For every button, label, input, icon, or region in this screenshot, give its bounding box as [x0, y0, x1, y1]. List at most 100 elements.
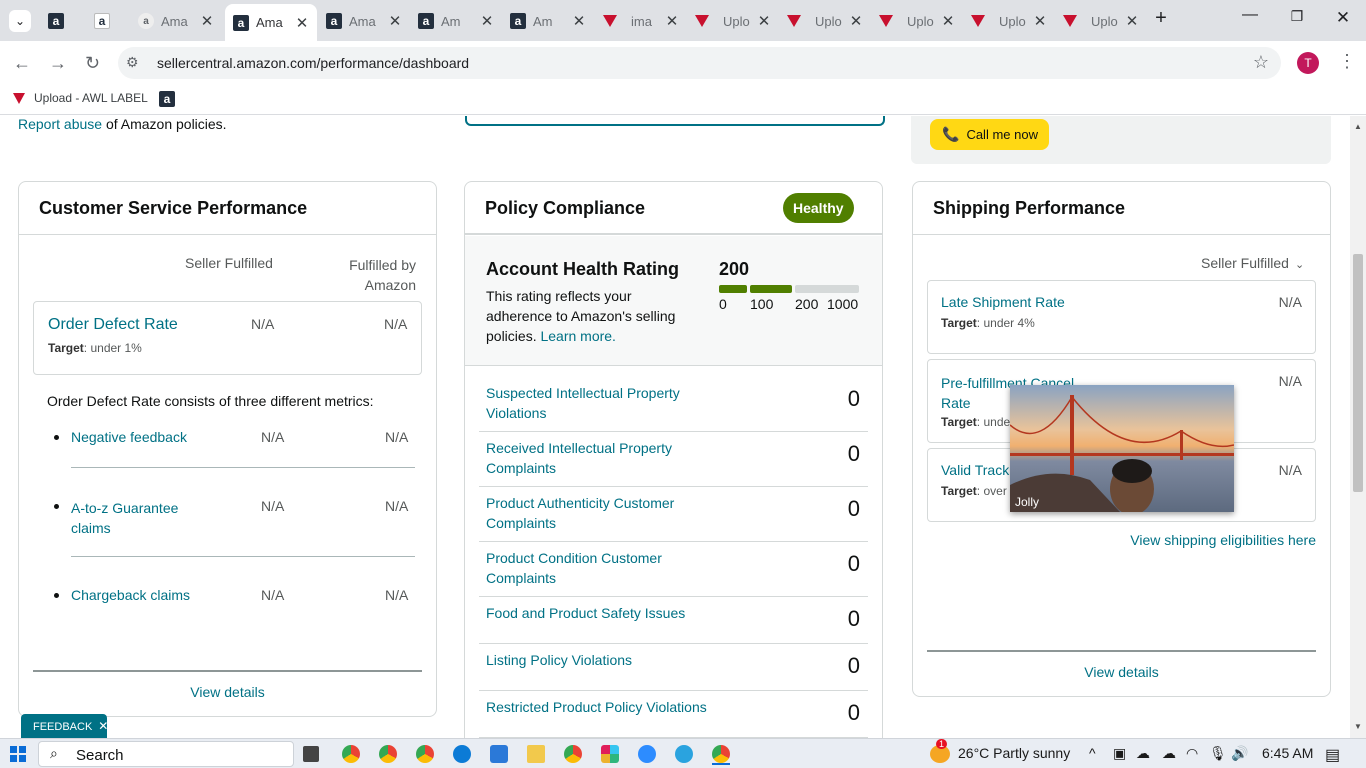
telegram-icon[interactable] — [675, 745, 693, 763]
call-me-now-button[interactable]: 📞 Call me now — [930, 119, 1049, 150]
browser-tab[interactable]: a Am ✕ — [410, 6, 502, 36]
browser-tab[interactable]: Uplo ✕ — [871, 6, 963, 36]
browser-menu-icon[interactable]: ⋮ — [1338, 51, 1356, 72]
close-tab-icon[interactable]: ✕ — [665, 12, 679, 30]
a-to-z-claims-link[interactable]: A-to-z Guarantee claims — [71, 498, 211, 538]
chevron-up-icon[interactable]: ^ — [1089, 745, 1096, 761]
policy-row[interactable]: Product Condition Customer Complaints 0 — [479, 542, 868, 597]
bookmark-star-icon[interactable]: ☆ — [1253, 52, 1269, 73]
valid-tracking-rate-link[interactable]: Valid Track — [941, 462, 1009, 478]
close-icon[interactable]: ✕ — [98, 719, 108, 733]
chrome-icon[interactable] — [379, 745, 397, 763]
tab-search-icon[interactable]: ⌄ — [9, 10, 31, 32]
shipping-view-details-link[interactable]: View details — [913, 664, 1330, 680]
clock-time[interactable]: 6:45 AM — [1262, 745, 1313, 761]
order-defect-rate-link[interactable]: Order Defect Rate — [48, 316, 178, 334]
awl-label-icon — [603, 15, 617, 27]
edge-icon[interactable] — [453, 745, 471, 763]
notifications-icon[interactable]: ▤ — [1325, 745, 1340, 765]
close-tab-icon[interactable]: ✕ — [572, 12, 586, 30]
chrome-icon[interactable] — [342, 745, 360, 763]
reload-icon[interactable]: ↻ — [85, 53, 100, 74]
late-shipment-target: Target: under 4% — [941, 316, 1035, 330]
close-tab-icon[interactable]: ✕ — [200, 12, 214, 30]
customer-service-card: Customer Service Performance Seller Fulf… — [18, 181, 437, 717]
taskbar-search-box[interactable]: ⌕ Search — [38, 741, 294, 767]
forward-icon[interactable]: → — [49, 53, 67, 74]
microphone-icon[interactable]: 🎙 — [1209, 745, 1227, 762]
onedrive-icon[interactable]: ☁ — [1136, 745, 1150, 762]
wifi-icon[interactable]: ◠ — [1186, 745, 1198, 762]
browser-tab-active[interactable]: a Ama ✕ — [225, 4, 317, 41]
browser-tab[interactable]: Uplo ✕ — [963, 6, 1055, 36]
participant-name: Jolly — [1015, 495, 1040, 509]
close-tab-icon[interactable]: ✕ — [849, 12, 863, 30]
video-call-overlay[interactable]: Jolly — [1010, 385, 1234, 512]
weather-badge: 1 — [936, 739, 948, 749]
chargeback-claims-link[interactable]: Chargeback claims — [71, 587, 190, 603]
amazon-smile-icon: a — [94, 13, 110, 29]
scroll-up-icon[interactable]: ▲ — [1354, 122, 1362, 131]
close-window-icon[interactable]: ✕ — [1333, 8, 1353, 28]
close-tab-icon[interactable]: ✕ — [1033, 12, 1047, 30]
close-tab-icon[interactable]: ✕ — [480, 12, 494, 30]
odr-fba-value: N/A — [384, 316, 408, 332]
awl-label-icon — [695, 15, 709, 27]
learn-more-link[interactable]: Learn more. — [540, 328, 615, 344]
close-tab-icon[interactable]: ✕ — [941, 12, 955, 30]
site-info-icon[interactable]: ⚙ — [126, 54, 139, 71]
cs-view-details-link[interactable]: View details — [19, 684, 436, 700]
zoom-icon[interactable] — [638, 745, 656, 763]
policy-row[interactable]: Received Intellectual Property Complaint… — [479, 432, 868, 487]
policy-row[interactable]: Suspected Intellectual Property Violatio… — [479, 377, 868, 432]
onedrive-icon[interactable]: ☁ — [1162, 745, 1176, 762]
minimize-icon[interactable]: — — [1240, 6, 1260, 24]
restore-icon[interactable]: ❐ — [1287, 8, 1307, 25]
windows-start-icon[interactable] — [10, 746, 26, 762]
file-explorer-icon[interactable] — [527, 745, 545, 763]
browser-tab[interactable]: Uplo ✕ — [687, 6, 779, 36]
scroll-down-icon[interactable]: ▼ — [1354, 722, 1362, 731]
policy-row[interactable]: Food and Product Safety Issues 0 — [479, 597, 868, 644]
browser-tab[interactable]: a Am ✕ — [502, 6, 594, 36]
bullet — [54, 593, 59, 598]
browser-tab[interactable]: a Ama ✕ — [318, 6, 410, 36]
back-icon[interactable]: ← — [13, 53, 31, 74]
feedback-tab[interactable]: FEEDBACK ✕ — [21, 714, 108, 738]
chargeback-seller: N/A — [261, 587, 285, 603]
policy-row[interactable]: Restricted Product Policy Violations 0 — [479, 691, 868, 738]
meet-now-icon[interactable]: ▣ — [1113, 745, 1126, 762]
close-tab-icon[interactable]: ✕ — [295, 14, 309, 32]
report-abuse-link[interactable]: Report abuse — [18, 116, 102, 132]
bookmark-amazon[interactable]: a — [159, 91, 175, 107]
browser-tab[interactable]: a Ama ✕ — [130, 6, 222, 36]
weather-text[interactable]: 26°C Partly sunny — [958, 745, 1070, 761]
browser-tab[interactable]: Uplo ✕ — [1055, 6, 1147, 36]
browser-tab[interactable]: ima ✕ — [595, 6, 687, 36]
new-tab-icon[interactable]: + — [1151, 7, 1171, 30]
browser-tab[interactable]: Uplo ✕ — [779, 6, 871, 36]
page-scrollbar[interactable]: ▲ ▼ — [1350, 116, 1366, 738]
chrome-icon[interactable] — [712, 745, 730, 763]
close-tab-icon[interactable]: ✕ — [1125, 12, 1139, 30]
store-icon[interactable] — [490, 745, 508, 763]
task-view-icon[interactable] — [303, 746, 319, 762]
late-shipment-rate-link[interactable]: Late Shipment Rate — [941, 294, 1065, 310]
close-tab-icon[interactable]: ✕ — [757, 12, 771, 30]
slack-icon[interactable] — [601, 745, 619, 763]
address-bar[interactable]: ⚙ sellercentral.amazon.com/performance/d… — [118, 47, 1281, 79]
ahr-value: 200 — [719, 259, 750, 279]
policy-row[interactable]: Listing Policy Violations 0 — [479, 644, 868, 691]
fulfillment-dropdown[interactable]: Seller Fulfilled ⌄ — [1201, 255, 1304, 271]
policy-row[interactable]: Product Authenticity Customer Complaints… — [479, 487, 868, 542]
profile-avatar[interactable]: T — [1297, 52, 1319, 74]
report-abuse-text: Report abuse of Amazon policies. — [18, 116, 227, 132]
close-tab-icon[interactable]: ✕ — [388, 12, 402, 30]
bookmark-upload-awl-label[interactable]: Upload - AWL LABEL — [13, 91, 148, 105]
negative-feedback-link[interactable]: Negative feedback — [71, 429, 187, 445]
volume-icon[interactable]: 🔊 — [1231, 745, 1248, 762]
scrollbar-thumb[interactable] — [1353, 254, 1363, 492]
shipping-eligibilities-link[interactable]: View shipping eligibilities here — [1130, 532, 1316, 548]
chrome-icon[interactable] — [416, 745, 434, 763]
chrome-icon[interactable] — [564, 745, 582, 763]
